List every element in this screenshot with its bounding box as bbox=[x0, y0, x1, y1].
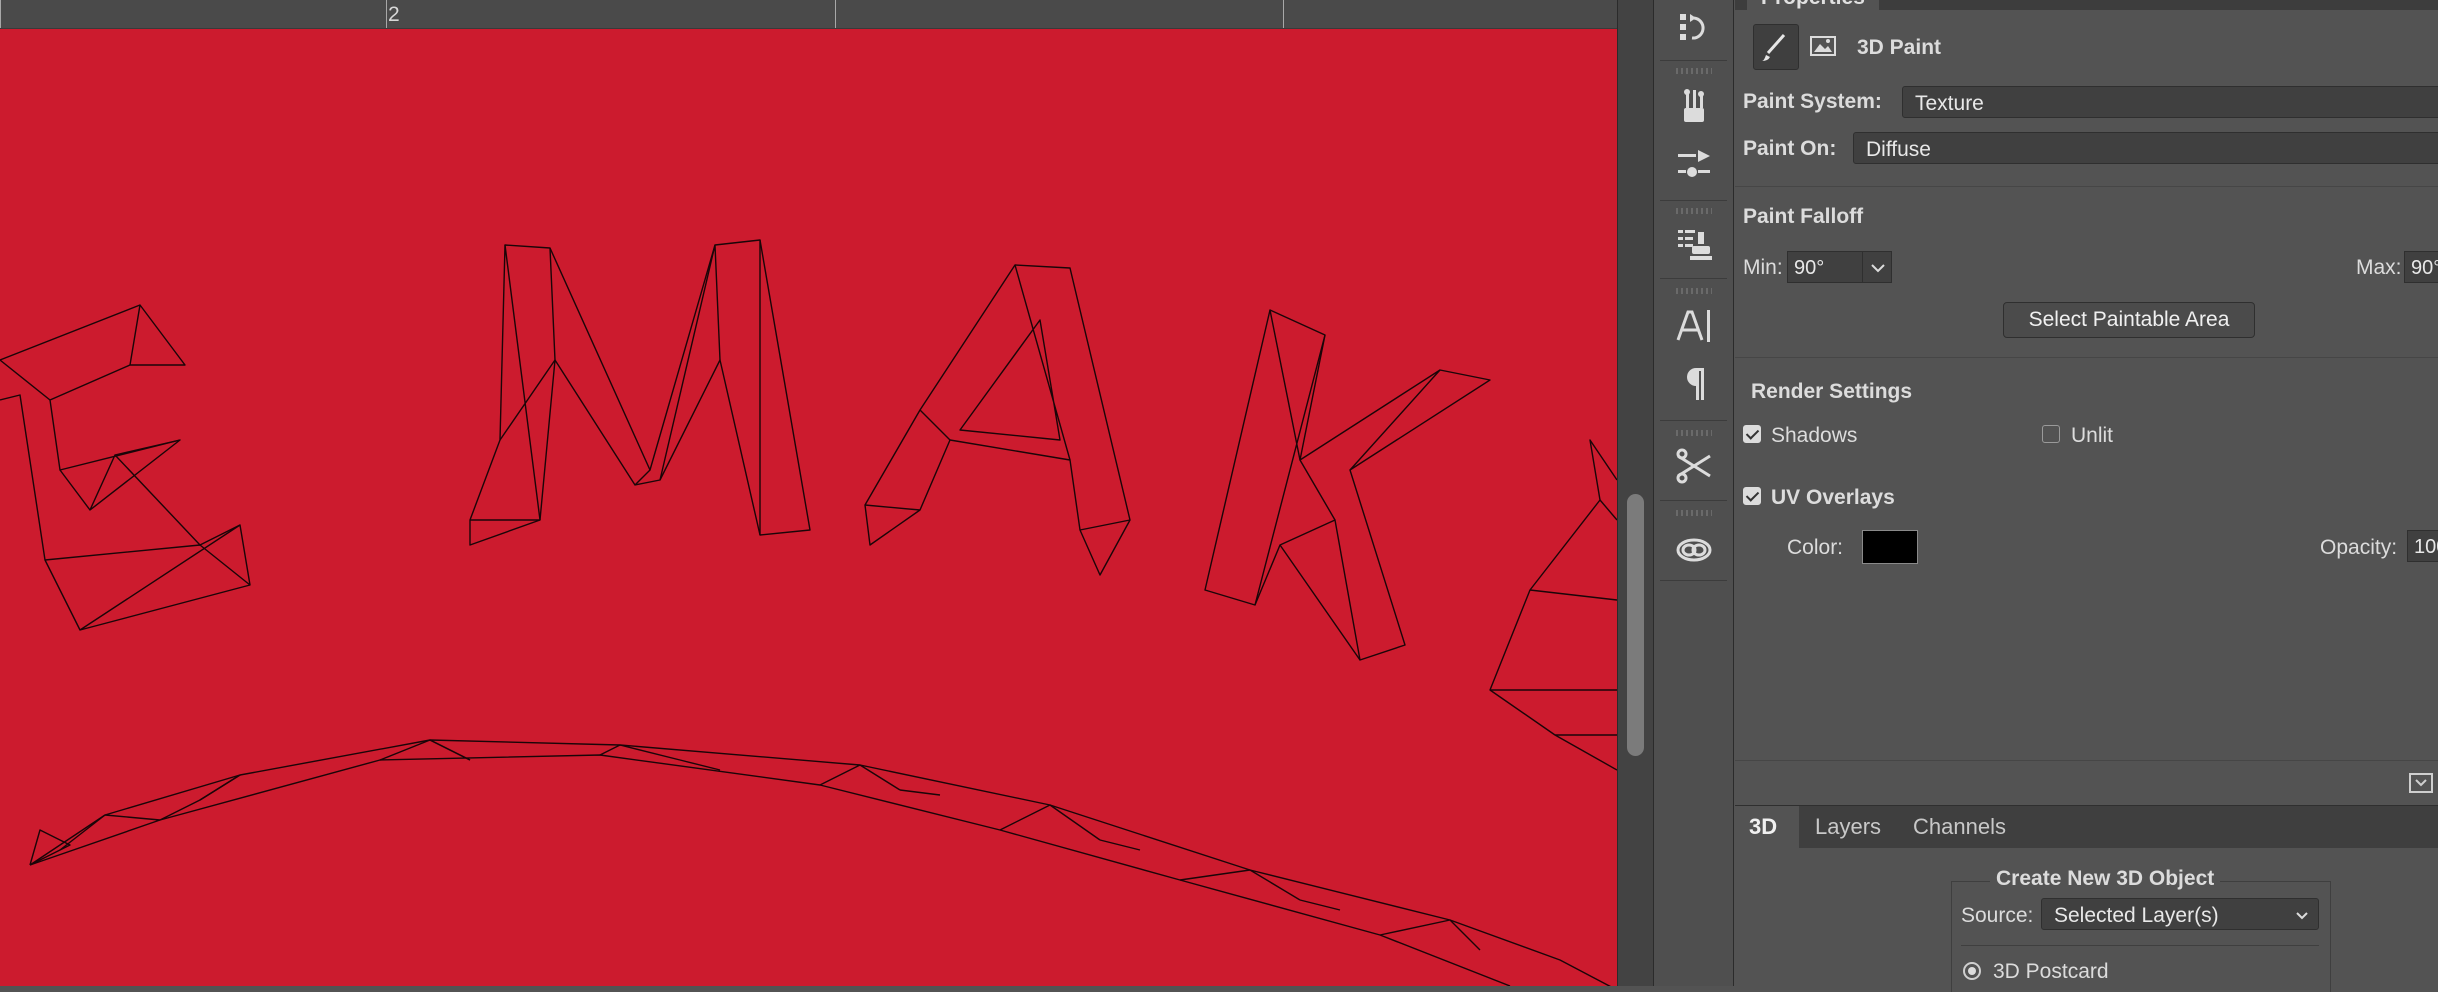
panel-icon-strip bbox=[1653, 0, 1734, 986]
panel-grip[interactable] bbox=[1676, 510, 1712, 516]
chevron-down-icon bbox=[1871, 264, 1885, 273]
opacity-label: Opacity: bbox=[2320, 536, 2398, 559]
texture-mode-button[interactable] bbox=[1807, 30, 1839, 62]
postcard-label: 3D Postcard bbox=[1993, 960, 2109, 983]
character-icon[interactable] bbox=[1654, 300, 1733, 352]
divider bbox=[1660, 200, 1727, 201]
source-dropdown[interactable]: Selected Layer(s) bbox=[2041, 898, 2319, 930]
shadows-checkbox[interactable] bbox=[1743, 425, 1761, 443]
divider bbox=[1660, 500, 1727, 501]
horizontal-ruler: 2 bbox=[0, 0, 1617, 29]
color-label: Color: bbox=[1787, 536, 1844, 559]
opacity-value: 100% bbox=[2414, 536, 2438, 558]
ruler-tick bbox=[0, 0, 1, 28]
divider bbox=[1961, 945, 2319, 946]
uv-overlays-checkbox[interactable] bbox=[1743, 487, 1761, 505]
properties-tab-bar: Properties bbox=[1735, 0, 2438, 10]
bottom-tab-bar: 3D Layers Channels bbox=[1735, 805, 2438, 848]
properties-tab[interactable]: Properties bbox=[1747, 0, 1879, 10]
panel-menu-icon bbox=[2409, 773, 2433, 793]
tab-layers[interactable]: Layers bbox=[1801, 806, 1899, 848]
divider bbox=[1660, 580, 1727, 581]
paint-falloff-heading: Paint Falloff bbox=[1743, 205, 1864, 228]
document-canvas[interactable]: 2 bbox=[0, 0, 1617, 986]
paragraph-icon[interactable] bbox=[1654, 358, 1733, 410]
shadows-label: Shadows bbox=[1771, 424, 1858, 447]
min-label: Min: bbox=[1743, 256, 1783, 279]
unlit-checkbox[interactable] bbox=[2042, 425, 2060, 443]
paint-system-value: Texture bbox=[1915, 92, 1984, 115]
ruler-tick bbox=[1283, 0, 1284, 28]
paint-on-value: Diffuse bbox=[1866, 138, 1931, 161]
source-label: Source: bbox=[1961, 904, 2034, 927]
divider bbox=[1660, 420, 1727, 421]
source-value: Selected Layer(s) bbox=[2054, 904, 2219, 927]
brush-settings-icon[interactable] bbox=[1654, 140, 1733, 192]
3d-text-wireframe bbox=[0, 239, 1617, 986]
vertical-scrollbar[interactable] bbox=[1617, 0, 1654, 986]
unlit-label: Unlit bbox=[2071, 424, 2114, 447]
brush-presets-icon[interactable] bbox=[1654, 80, 1733, 132]
tab-3d[interactable]: 3D bbox=[1735, 806, 1799, 848]
brush-icon bbox=[1762, 34, 1786, 61]
paint-on-dropdown[interactable]: Diffuse bbox=[1853, 132, 2438, 164]
scrollbar-thumb[interactable] bbox=[1627, 494, 1644, 756]
image-icon bbox=[1810, 36, 1836, 56]
max-input[interactable]: 90° bbox=[2404, 251, 2438, 283]
select-paintable-area-button[interactable]: Select Paintable Area bbox=[2003, 302, 2255, 338]
divider bbox=[1735, 357, 2438, 358]
tab-channels[interactable]: Channels bbox=[1899, 806, 2029, 848]
panel-grip[interactable] bbox=[1676, 430, 1712, 436]
properties-panel: Properties 3D Paint Paint System: Textur… bbox=[1735, 0, 2438, 805]
clone-source-icon[interactable] bbox=[1654, 218, 1733, 270]
render-settings-heading: Render Settings bbox=[1751, 380, 1913, 403]
panel-grip[interactable] bbox=[1676, 208, 1712, 214]
uv-overlays-label: UV Overlays bbox=[1771, 486, 1895, 509]
ruler-tick bbox=[835, 0, 836, 28]
min-input[interactable]: 90° bbox=[1787, 251, 1863, 283]
history-icon[interactable] bbox=[1654, 2, 1733, 54]
create-3d-object-heading: Create New 3D Object bbox=[1990, 867, 2221, 891]
paint-system-label: Paint System: bbox=[1743, 90, 1882, 113]
max-label: Max: bbox=[2356, 256, 2402, 279]
paint-system-dropdown[interactable]: Texture bbox=[1902, 86, 2438, 118]
paint-on-label: Paint On: bbox=[1743, 137, 1837, 160]
opacity-input[interactable]: 100% bbox=[2407, 530, 2438, 562]
ruler-number: 2 bbox=[388, 3, 400, 26]
panel-title: 3D Paint bbox=[1857, 36, 1942, 59]
postcard-radio[interactable] bbox=[1963, 962, 1981, 980]
divider bbox=[1735, 186, 2438, 187]
panel-options-button[interactable] bbox=[2407, 770, 2435, 796]
brush-mode-button[interactable] bbox=[1753, 24, 1799, 70]
divider bbox=[1660, 278, 1727, 279]
overlay-color-swatch[interactable] bbox=[1862, 530, 1918, 564]
chevron-down-icon bbox=[2296, 912, 2308, 920]
panel-grip[interactable] bbox=[1676, 68, 1712, 74]
divider bbox=[1660, 60, 1727, 61]
tool-presets-icon[interactable] bbox=[1654, 440, 1733, 492]
min-value: 90° bbox=[1794, 257, 1825, 279]
3d-layers-channels-panel: 3D Layers Channels Create New 3D Object … bbox=[1735, 805, 2438, 992]
min-dropdown-button[interactable] bbox=[1862, 251, 1892, 283]
max-value: 90° bbox=[2411, 257, 2438, 279]
divider bbox=[1735, 760, 2438, 761]
creative-cloud-libraries-icon[interactable] bbox=[1654, 522, 1733, 574]
panel-grip[interactable] bbox=[1676, 288, 1712, 294]
ruler-tick bbox=[386, 0, 387, 28]
